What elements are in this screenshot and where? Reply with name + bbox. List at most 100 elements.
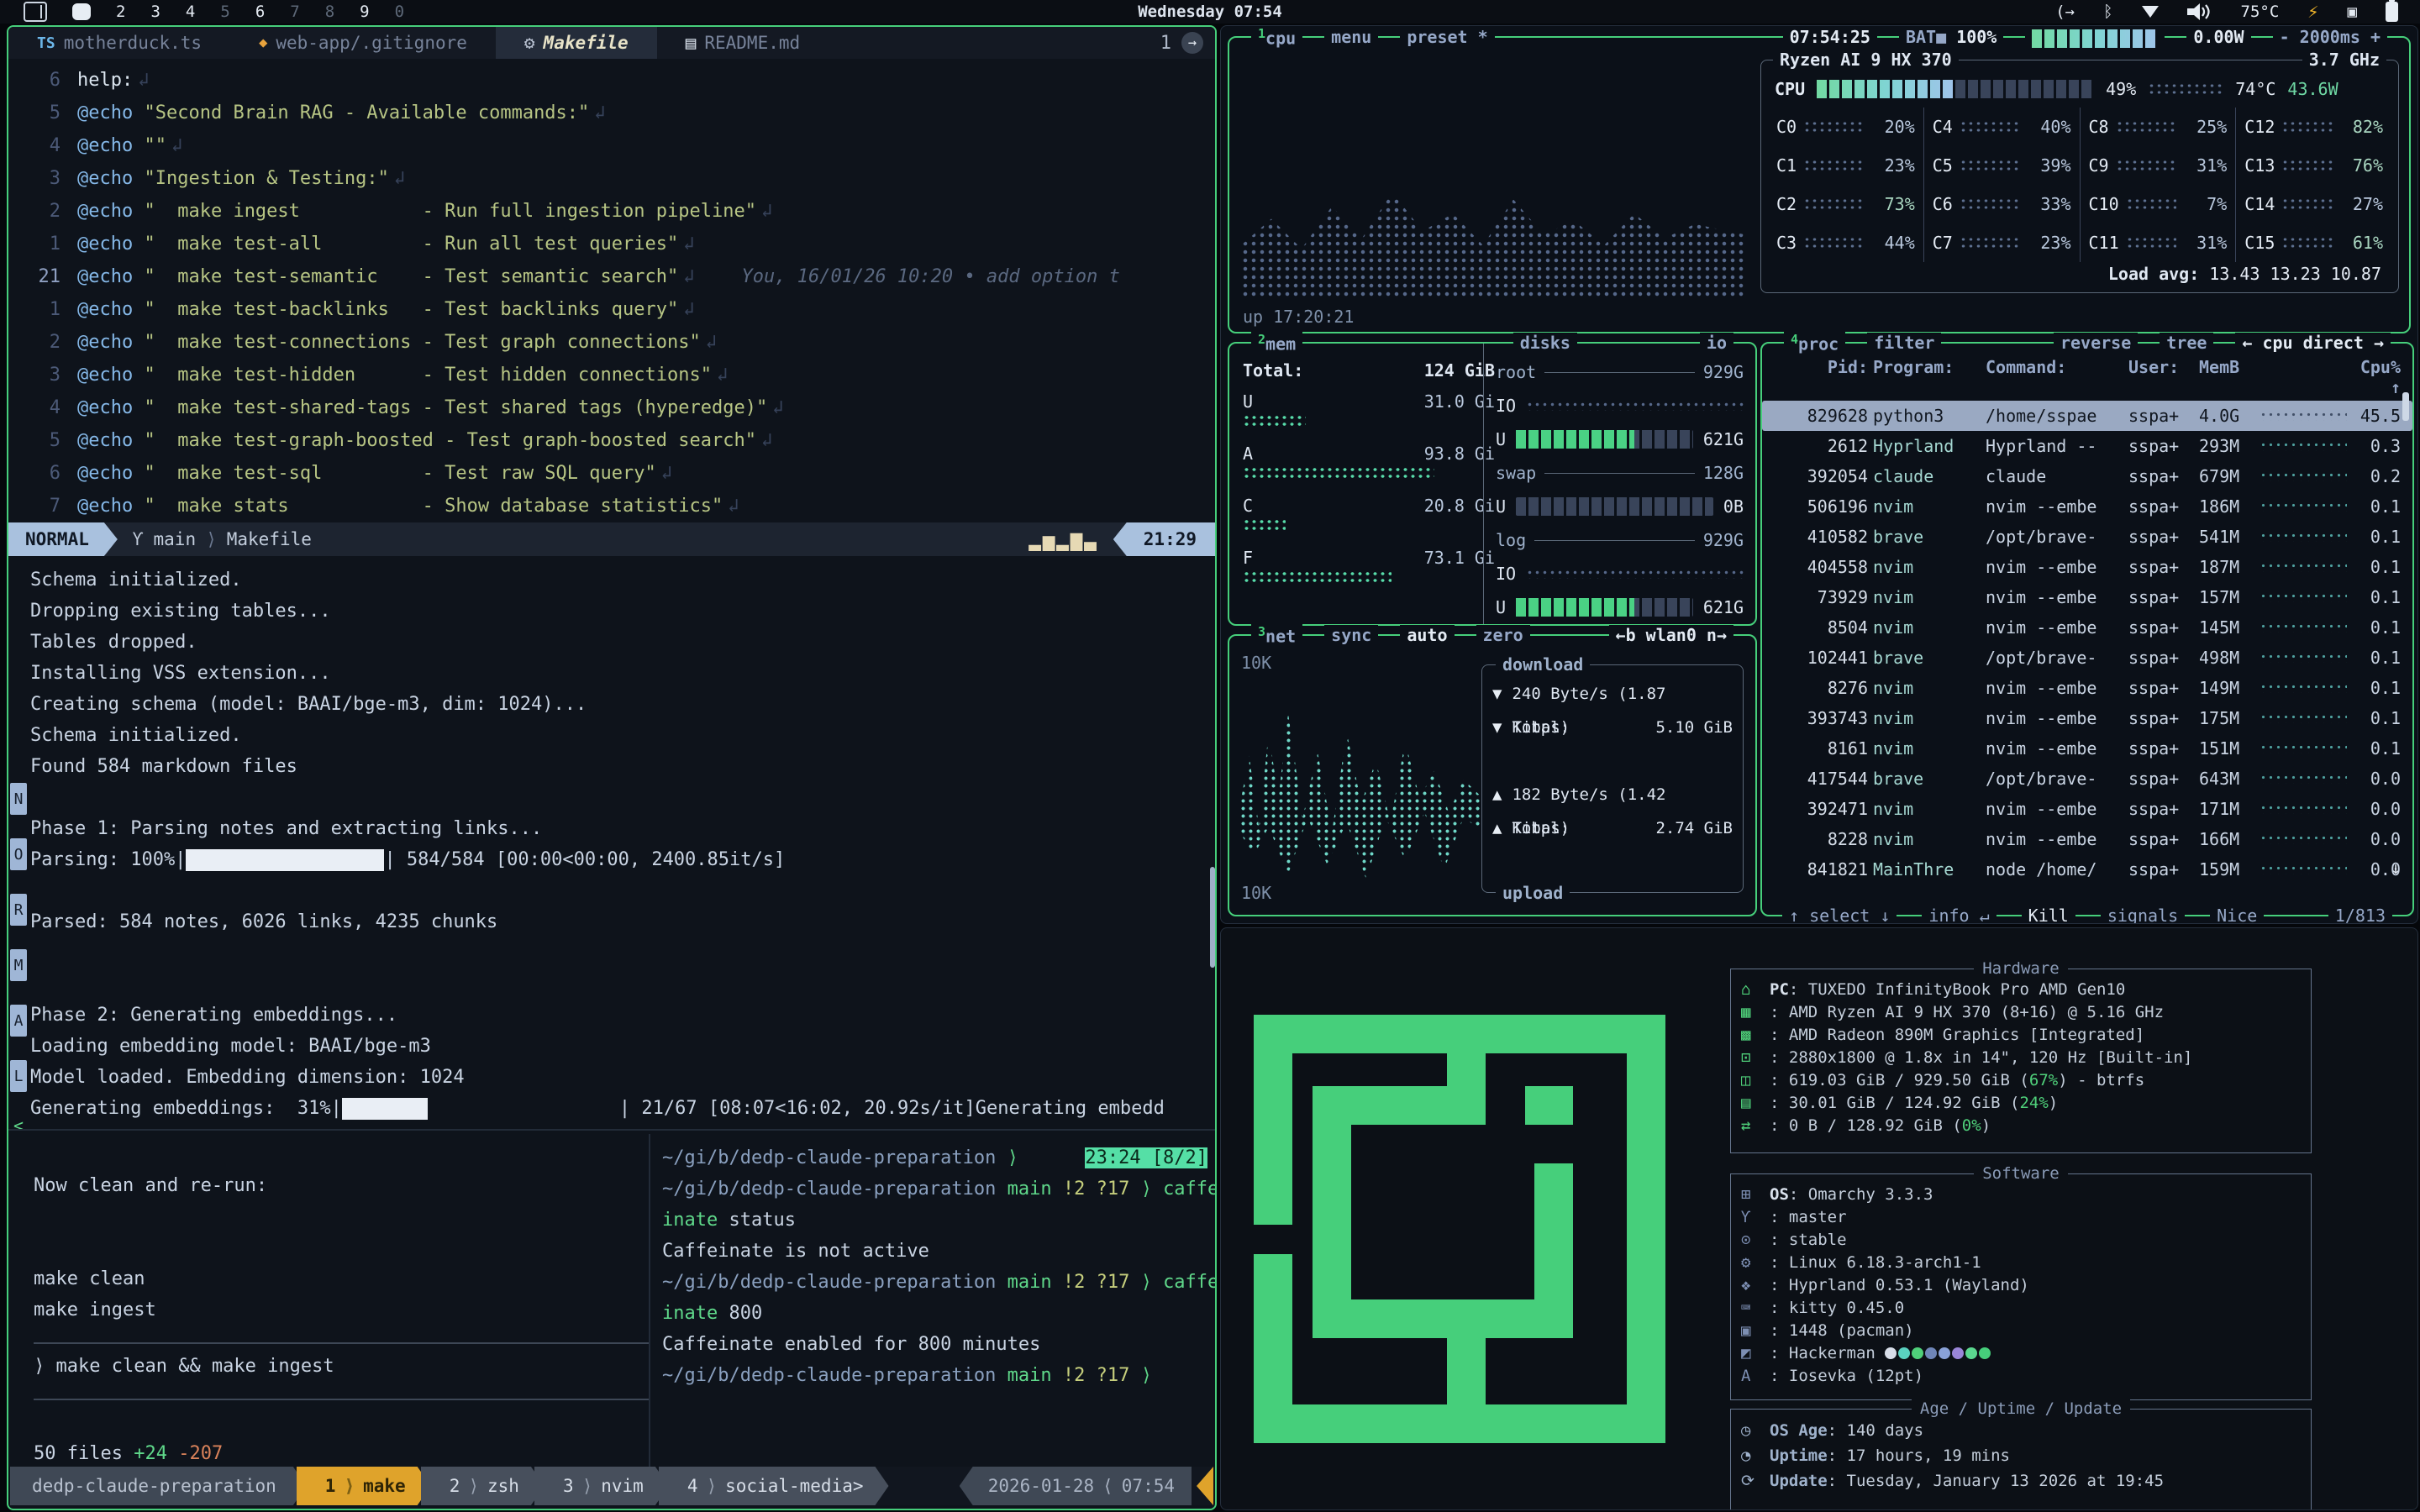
- ingest-output-pane[interactable]: Schema initialized.Dropping existing tab…: [30, 564, 1212, 1126]
- editor-buffer[interactable]: 6help:↲5@echo "Second Brain RAG - Availa…: [8, 64, 1215, 522]
- core-usage: 31%: [2183, 233, 2227, 253]
- zellij-tab-zsh[interactable]: 2⟩zsh: [421, 1467, 544, 1505]
- editor-line[interactable]: 1@echo " make test-all - Run all test qu…: [8, 228, 1215, 260]
- proc-row[interactable]: 2612HyprlandHyprland --sspa+293M0.3: [1762, 431, 2412, 461]
- download-label: download: [1496, 654, 1590, 675]
- net-scale-top: 10K: [1241, 653, 1271, 673]
- editor-line[interactable]: 5@echo " make test-graph-boosted - Test …: [8, 424, 1215, 457]
- proc-row[interactable]: 393743nvimnvim --embesspa+175M0.1: [1762, 703, 2412, 733]
- mem-usage-graph: [1243, 466, 1434, 481]
- editor-line[interactable]: 1@echo " make test-backlinks - Test back…: [8, 293, 1215, 326]
- tab-label: README.md: [704, 33, 800, 53]
- return-char-icon: ↲: [656, 463, 672, 484]
- net-auto-toggle[interactable]: auto: [1400, 625, 1454, 645]
- editor-line[interactable]: 7@echo " make stats - Show database stat…: [8, 490, 1215, 522]
- proc-row[interactable]: 102441brave/opt/brave-sspa+498M0.1: [1762, 643, 2412, 673]
- proc-row[interactable]: 392471nvimnvim --embesspa+171M0.0: [1762, 794, 2412, 824]
- editor-tab-web-app-gitignore[interactable]: ◆web-app/.gitignore: [230, 27, 496, 59]
- core-c13: C1376%: [2244, 146, 2383, 185]
- tabbar-datetime: 2026-01-28⟨07:54: [960, 1467, 1192, 1505]
- tab-overflow[interactable]: 1→: [1160, 27, 1215, 59]
- menu-button[interactable]: menu: [1324, 27, 1378, 47]
- proc-nice[interactable]: Nice: [2210, 906, 2264, 924]
- zellij-tab-make[interactable]: 1⟩make: [297, 1467, 431, 1505]
- editor-line[interactable]: 6@echo " make test-sql - Test raw SQL qu…: [8, 457, 1215, 490]
- scrollbar[interactable]: [1210, 867, 1215, 968]
- zellij-tab-social-media-[interactable]: 4⟩social-media>: [659, 1467, 889, 1505]
- editor-line[interactable]: 2@echo " make test-connections - Test gr…: [8, 326, 1215, 359]
- proc-kill[interactable]: Kill: [2022, 906, 2075, 924]
- editor-tab-motherduck-ts[interactable]: TSmotherduck.ts: [8, 27, 230, 59]
- btop-clock: 07:54:25: [1783, 27, 1877, 47]
- proc-row[interactable]: 506196nvimnvim --embesspa+186M0.1: [1762, 491, 2412, 522]
- preset-button[interactable]: preset *: [1400, 27, 1494, 47]
- proc-row[interactable]: 8504nvimnvim --embesspa+145M0.1: [1762, 612, 2412, 643]
- proc-row[interactable]: 392054claudeclaudesspa+679M0.2: [1762, 461, 2412, 491]
- net-interface[interactable]: ←b wlan0 n→: [1609, 625, 1733, 645]
- editor-line[interactable]: 21@echo " make test-semantic - Test sema…: [8, 260, 1215, 293]
- editor-line[interactable]: 6help:↲: [8, 64, 1215, 97]
- uptime: up 17:20:21: [1243, 307, 1354, 327]
- editor-line[interactable]: 4@echo ""↲: [8, 129, 1215, 162]
- editor-line[interactable]: 3@echo "Ingestion & Testing:"↲: [8, 162, 1215, 195]
- tab-cpu[interactable]: 1cpu: [1251, 26, 1302, 49]
- proc-row[interactable]: 8276nvimnvim --embesspa+149M0.1: [1762, 673, 2412, 703]
- shell-pane-left[interactable]: Now clean and re-run:make cleanmake inge…: [8, 1134, 671, 1468]
- editor-line[interactable]: 5@echo "Second Brain RAG - Available com…: [8, 97, 1215, 129]
- proc-tree[interactable]: tree: [2160, 333, 2213, 353]
- proc-count: 1/813: [2328, 906, 2392, 924]
- terminal-line: ~/gi/b/dedp-claude-preparation ⟩ 23:24 […: [662, 1142, 1215, 1173]
- proc-row[interactable]: 8228nvimnvim --embesspa+166M0.0: [1762, 824, 2412, 854]
- palette-dot: [1912, 1347, 1923, 1359]
- proc-row[interactable]: 8161nvimnvim --embesspa+151M0.1: [1762, 733, 2412, 764]
- session-name[interactable]: dedp-claude-preparation: [10, 1467, 307, 1505]
- shell-pane-right[interactable]: ~/gi/b/dedp-claude-preparation ⟩ 23:24 […: [649, 1134, 1215, 1472]
- filetype-icon: ▤: [686, 33, 697, 53]
- proc-reverse[interactable]: reverse: [2054, 333, 2138, 353]
- proc-filter[interactable]: filter: [1867, 333, 1941, 353]
- zellij-tab-nvim[interactable]: 3⟩nvim: [534, 1467, 669, 1505]
- editor-line[interactable]: 3@echo " make test-hidden - Test hidden …: [8, 359, 1215, 391]
- proc-row[interactable]: 417544brave/opt/brave-sspa+643M0.0: [1762, 764, 2412, 794]
- core-graph: [2116, 120, 2177, 134]
- proc-row[interactable]: 404558nvimnvim --embesspa+187M0.1: [1762, 552, 2412, 582]
- proc-row[interactable]: 410582brave/opt/brave-sspa+541M0.1: [1762, 522, 2412, 552]
- fetch-row: ◫: 619.03 GiB / 929.50 GiB (67%) - btrfs: [1731, 1068, 2311, 1091]
- proc-signals[interactable]: signals: [2101, 906, 2185, 924]
- terminal-line: inate status: [662, 1205, 1215, 1236]
- terminal-line: [34, 1139, 671, 1170]
- tab-proc[interactable]: 4proc: [1784, 332, 1845, 354]
- editor-line[interactable]: 2@echo " make ingest - Run full ingestio…: [8, 195, 1215, 228]
- core-usage: 25%: [2183, 117, 2227, 137]
- editor-tab-readme-md[interactable]: ▤ README.md: [657, 27, 829, 59]
- refresh-interval[interactable]: - 2000ms +: [2273, 27, 2387, 47]
- net-sync-toggle[interactable]: sync: [1324, 625, 1378, 645]
- terminal-line: [34, 1232, 671, 1263]
- scroll-down-icon[interactable]: ↓: [2391, 858, 2401, 878]
- cpu-freq: 3.7 GHz: [2302, 50, 2386, 70]
- editor-tab-makefile[interactable]: ⚙Makefile: [496, 27, 657, 59]
- proc-select[interactable]: ↑ select ↓: [1782, 906, 1897, 924]
- editor-line[interactable]: 4@echo " make test-shared-tags - Test sh…: [8, 391, 1215, 424]
- disk-used-bar: [1516, 497, 1713, 516]
- proc-row[interactable]: 841821MainThrenode /home/sspa+159M0.0: [1762, 854, 2412, 885]
- overflow-arrow-icon[interactable]: →: [1181, 32, 1203, 54]
- proc-info[interactable]: info ↵: [1922, 906, 1996, 924]
- mode-letter: A: [10, 1005, 27, 1037]
- core-graph: [1803, 120, 1865, 134]
- proc-row[interactable]: 829628python3/home/sspaesspa+4.0G45.5: [1762, 401, 2412, 431]
- fetch-row: ◔Uptime: 17 hours, 19 mins: [1731, 1443, 2311, 1468]
- core-graph: [1803, 236, 1865, 249]
- core-usage: 23%: [1871, 155, 1915, 176]
- tab-net[interactable]: 3net: [1251, 624, 1302, 647]
- battery-icon[interactable]: [2386, 2, 2398, 22]
- mem-row-c: C20.8 Gi: [1243, 493, 1495, 545]
- net-zero-toggle[interactable]: zero: [1476, 625, 1530, 645]
- tab-label: make: [363, 1476, 406, 1496]
- proc-row[interactable]: 73929nvimnvim --embesspa+157M0.1: [1762, 582, 2412, 612]
- truncate-arrow: <: [10, 1116, 27, 1136]
- proc-scrollbar[interactable]: [2402, 392, 2409, 421]
- core-c2: C273%: [1776, 185, 1915, 223]
- proc-sort[interactable]: ← cpu direct →: [2235, 333, 2391, 353]
- terminal-line: Found 584 markdown files: [30, 751, 1212, 782]
